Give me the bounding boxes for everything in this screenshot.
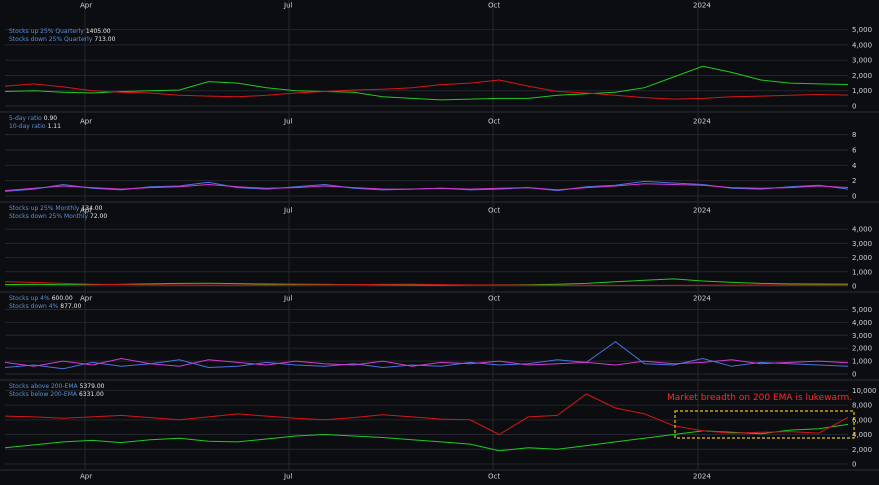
y-tick-label: 6,000 xyxy=(852,416,872,424)
legend-value: 72.00 xyxy=(90,213,107,220)
y-tick-label: 4,000 xyxy=(852,319,872,327)
legend-label: Stocks down 25% Quarterly xyxy=(9,36,93,43)
annotation-text: Market breadth on 200 EMA is lukewarm. xyxy=(667,393,852,403)
legend-label: Stocks down 4% xyxy=(9,303,59,310)
y-tick-label: 8,000 xyxy=(852,402,872,410)
y-tick-label: 0 xyxy=(852,371,856,379)
y-tick-label: 0 xyxy=(852,193,856,201)
legend-value: 0.90 xyxy=(44,115,58,122)
y-tick-label: 2,000 xyxy=(852,446,872,454)
legend-label: Stocks up 4% xyxy=(9,295,50,302)
breadth-chart: 5,000 4,000 3,000 2,000 1,000 0 Apr Jul Oct 2024 S… xyxy=(0,0,879,485)
month-label-apr: Apr xyxy=(80,2,92,10)
chart-background xyxy=(0,0,879,485)
legend-label: Stocks below 200-EMA xyxy=(9,391,78,398)
month-label-jul: Jul xyxy=(283,473,293,481)
y-tick-label: 3,000 xyxy=(852,332,872,340)
month-label-apr: Apr xyxy=(80,295,92,303)
legend-value: 877.00 xyxy=(60,303,81,310)
y-tick-label: 0 xyxy=(852,283,856,291)
y-tick-label: 10,000 xyxy=(852,387,877,395)
y-tick-label: 1,000 xyxy=(852,358,872,366)
month-label-oct: Oct xyxy=(488,473,500,481)
month-label-oct: Oct xyxy=(488,118,500,126)
y-tick-label: 2,000 xyxy=(852,72,872,80)
legend-label: 10-day ratio xyxy=(9,123,46,130)
chart-stage: 5,000 4,000 3,000 2,000 1,000 0 Apr Jul Oct 2024 S… xyxy=(0,0,879,485)
month-label-2024: 2024 xyxy=(693,2,711,10)
y-tick-label: 4 xyxy=(852,162,857,170)
legend-value: 6331.00 xyxy=(79,391,104,398)
legend-value: 1405.00 xyxy=(86,28,111,35)
month-label-jul: Jul xyxy=(283,118,293,126)
legend-label: Stocks above 200-EMA xyxy=(9,383,79,390)
y-tick-label: 3,000 xyxy=(852,57,872,65)
month-label-oct: Oct xyxy=(488,207,500,215)
month-label-2024: 2024 xyxy=(693,295,711,303)
month-label-oct: Oct xyxy=(488,2,500,10)
legend-value: 600.00 xyxy=(52,295,73,302)
y-tick-label: 2 xyxy=(852,177,856,185)
y-tick-label: 0 xyxy=(852,103,856,111)
y-tick-label: 0 xyxy=(852,461,856,469)
legend-value: 5379.00 xyxy=(80,383,105,390)
y-tick-label: 1,000 xyxy=(852,268,872,276)
month-label-2024: 2024 xyxy=(693,207,711,215)
month-label-jul: Jul xyxy=(283,2,293,10)
y-tick-label: 4,000 xyxy=(852,41,872,49)
month-label-apr: Apr xyxy=(80,473,92,481)
month-label-apr: Apr xyxy=(80,118,92,126)
y-tick-label: 2,000 xyxy=(852,254,872,262)
y-tick-label: 6 xyxy=(852,147,857,155)
legend-value: 134.00 xyxy=(81,205,102,212)
y-tick-label: 4,000 xyxy=(852,226,872,234)
y-tick-label: 3,000 xyxy=(852,240,872,248)
legend-label: Stocks up 25% Monthly xyxy=(9,205,80,212)
month-label-2024: 2024 xyxy=(693,473,711,481)
y-tick-label: 8 xyxy=(852,131,856,139)
month-label-2024: 2024 xyxy=(693,118,711,126)
legend-label: 5-day ratio xyxy=(9,115,42,122)
y-tick-label: 5,000 xyxy=(852,26,872,34)
legend-value: 1.11 xyxy=(48,123,62,130)
legend-label: Stocks down 25% Monthly xyxy=(9,213,88,220)
y-tick-label: 5,000 xyxy=(852,306,872,314)
month-label-jul: Jul xyxy=(283,295,293,303)
legend-value: 713.00 xyxy=(94,36,115,43)
month-label-jul: Jul xyxy=(283,207,293,215)
y-tick-label: 4,000 xyxy=(852,431,872,439)
month-label-oct: Oct xyxy=(488,295,500,303)
y-tick-label: 1,000 xyxy=(852,87,872,95)
y-tick-label: 2,000 xyxy=(852,345,872,353)
legend-label: Stocks up 25% Quarterly xyxy=(9,28,84,35)
